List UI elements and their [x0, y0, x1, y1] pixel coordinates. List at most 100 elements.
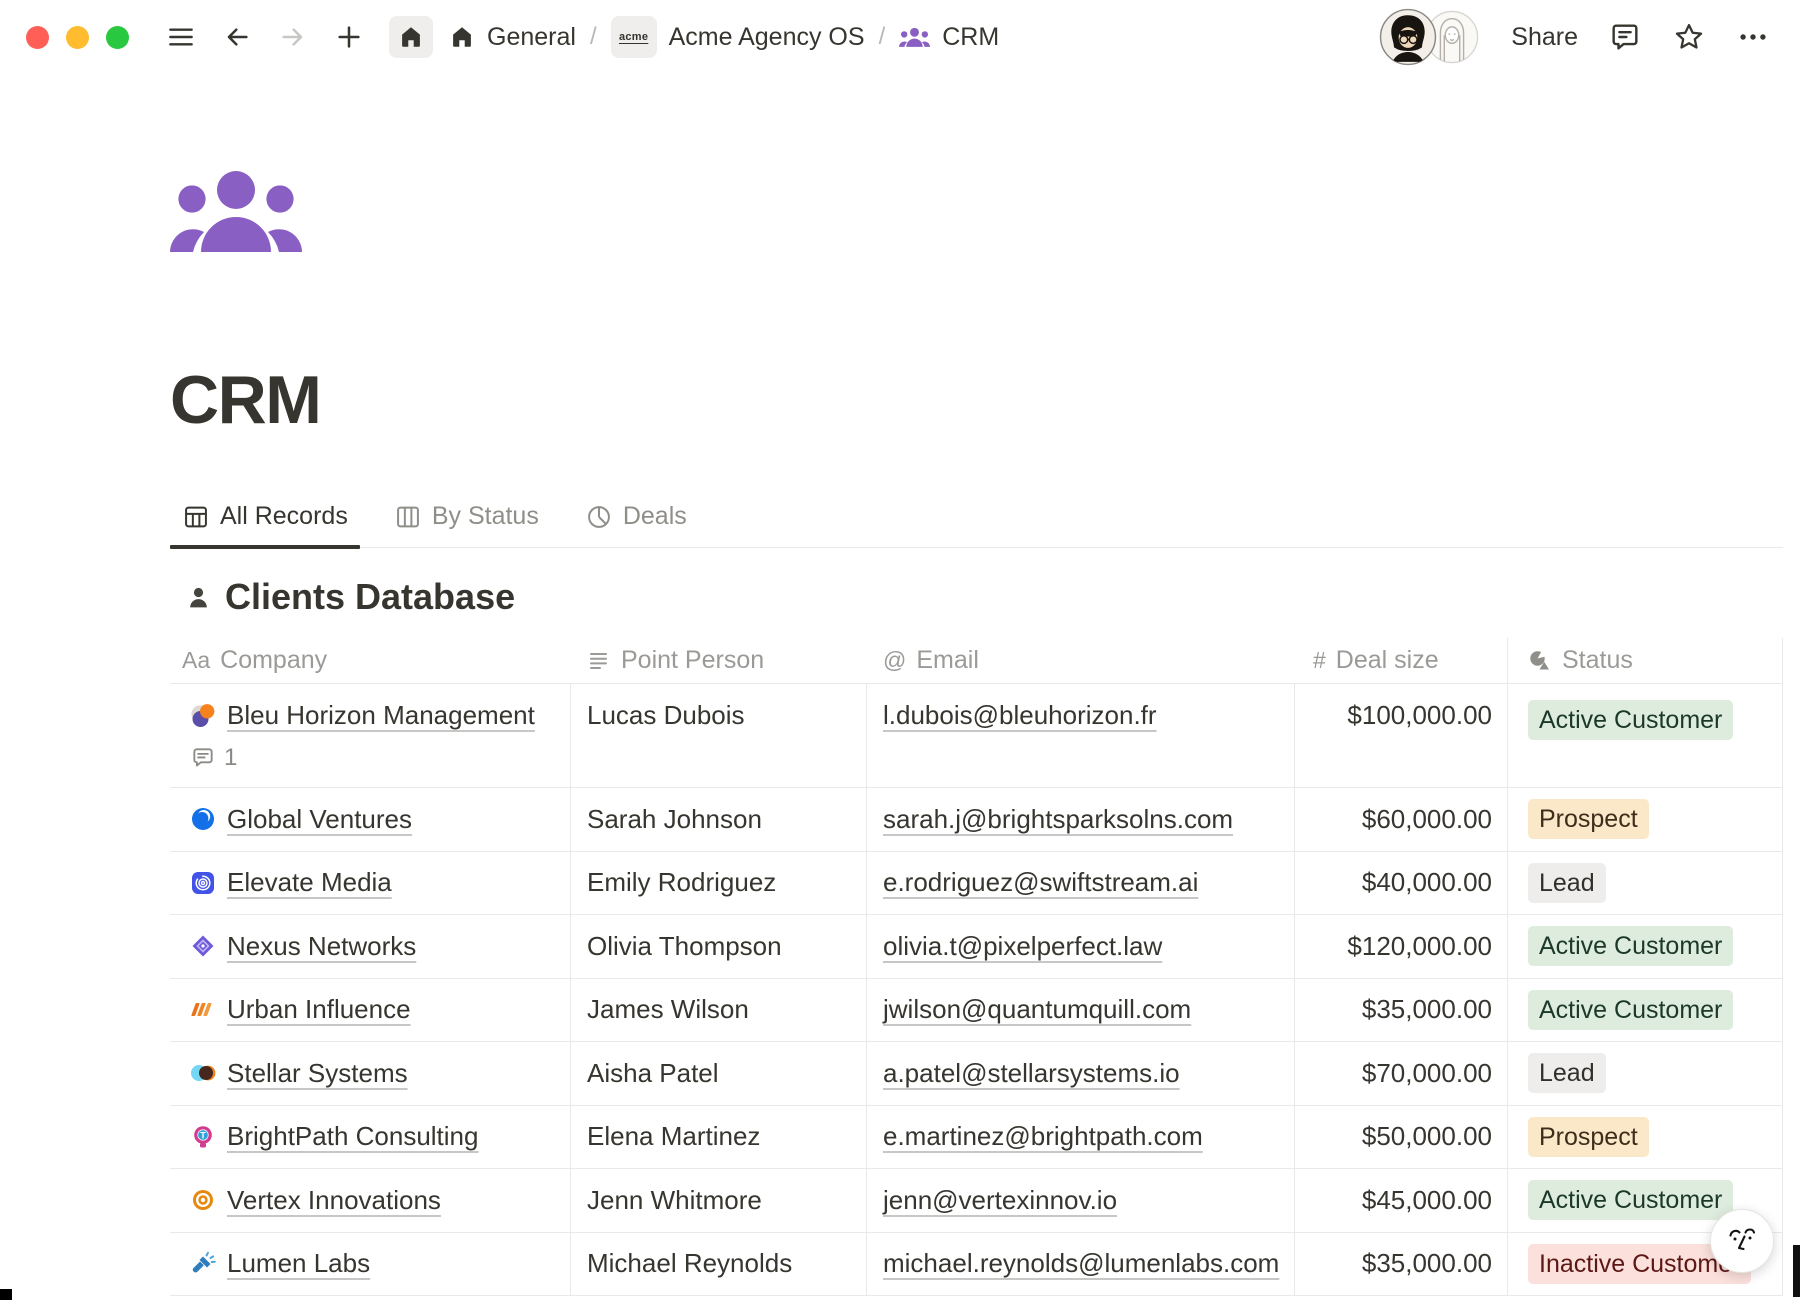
breadcrumb-item-general[interactable]: General — [449, 23, 576, 52]
company-page-link[interactable]: Urban Influence — [227, 994, 411, 1025]
company-cell[interactable]: TBrightPath Consulting — [170, 1106, 571, 1169]
company-page-link[interactable]: Elevate Media — [227, 867, 392, 898]
email-link[interactable]: michael.reynolds@lumenlabs.com — [883, 1248, 1279, 1279]
status-cell[interactable]: Active Customer — [1507, 915, 1783, 978]
email-cell[interactable]: sarah.j@brightsparksolns.com — [867, 788, 1295, 851]
company-cell[interactable]: Bleu Horizon Management 1 — [170, 684, 571, 787]
page-icon-people-group[interactable] — [170, 168, 308, 252]
company-page-link[interactable]: Lumen Labs — [227, 1248, 370, 1279]
email-link[interactable]: e.rodriguez@swiftstream.ai — [883, 867, 1198, 898]
email-cell[interactable]: l.dubois@bleuhorizon.fr — [867, 684, 1295, 787]
avatar[interactable] — [1379, 8, 1437, 66]
company-page-link[interactable]: Vertex Innovations — [227, 1185, 441, 1216]
point-person-cell[interactable]: Elena Martinez — [571, 1106, 867, 1169]
more-options-icon[interactable] — [1736, 20, 1770, 54]
company-cell[interactable]: Urban Influence — [170, 979, 571, 1042]
email-cell[interactable]: jenn@vertexinnov.io — [867, 1169, 1295, 1232]
company-cell[interactable]: Lumen Labs — [170, 1233, 571, 1296]
email-cell[interactable]: e.rodriguez@swiftstream.ai — [867, 852, 1295, 915]
company-page-link[interactable]: Bleu Horizon Management — [227, 700, 535, 731]
breadcrumb-item-acme-agency-os[interactable]: acmeAcme Agency OS — [611, 16, 865, 58]
tab-all-records[interactable]: All Records — [170, 492, 360, 547]
point-person-cell[interactable]: Aisha Patel — [571, 1042, 867, 1105]
email-link[interactable]: e.martinez@brightpath.com — [883, 1121, 1203, 1152]
column-header-deal[interactable]: #Deal size — [1295, 638, 1507, 683]
status-cell[interactable]: Prospect — [1507, 1106, 1783, 1169]
deal-size-cell[interactable]: $70,000.00 — [1295, 1042, 1507, 1105]
column-header-status[interactable]: Status — [1507, 638, 1783, 683]
column-header-person[interactable]: Point Person — [571, 638, 867, 683]
deal-size-cell[interactable]: $35,000.00 — [1295, 1233, 1507, 1296]
column-header-email[interactable]: @Email — [867, 638, 1295, 683]
notion-ai-face-button[interactable] — [1710, 1209, 1774, 1273]
favorite-star-icon[interactable] — [1672, 20, 1706, 54]
email-cell[interactable]: e.martinez@brightpath.com — [867, 1106, 1295, 1169]
email-link[interactable]: l.dubois@bleuhorizon.fr — [883, 700, 1157, 731]
email-link[interactable]: a.patel@stellarsystems.io — [883, 1058, 1180, 1089]
point-person-cell[interactable]: Emily Rodriguez — [571, 852, 867, 915]
deal-size-value: $35,000.00 — [1362, 994, 1492, 1025]
company-page-link[interactable]: Nexus Networks — [227, 931, 416, 962]
email-link[interactable]: sarah.j@brightsparksolns.com — [883, 804, 1233, 835]
status-cell[interactable]: Prospect — [1507, 788, 1783, 851]
status-badge[interactable]: Lead — [1528, 863, 1606, 903]
deal-size-cell[interactable]: $45,000.00 — [1295, 1169, 1507, 1232]
home-icon[interactable] — [389, 16, 433, 58]
company-cell[interactable]: Vertex Innovations — [170, 1169, 571, 1232]
zoom-window-button[interactable] — [106, 26, 129, 49]
status-badge[interactable]: Active Customer — [1528, 990, 1733, 1030]
close-window-button[interactable] — [26, 26, 49, 49]
email-cell[interactable]: olivia.t@pixelperfect.law — [867, 915, 1295, 978]
status-cell[interactable]: Active Customer — [1507, 684, 1783, 787]
company-page-link[interactable]: BrightPath Consulting — [227, 1121, 478, 1152]
company-line: Global Ventures — [190, 804, 412, 835]
deal-size-cell[interactable]: $35,000.00 — [1295, 979, 1507, 1042]
deal-size-cell[interactable]: $40,000.00 — [1295, 852, 1507, 915]
tab-by-status[interactable]: By Status — [382, 492, 551, 547]
email-link[interactable]: olivia.t@pixelperfect.law — [883, 931, 1162, 962]
new-page-icon[interactable] — [333, 21, 365, 53]
comment-count[interactable]: 1 — [190, 744, 535, 772]
point-person-cell[interactable]: Lucas Dubois — [571, 684, 867, 787]
deal-size-cell[interactable]: $50,000.00 — [1295, 1106, 1507, 1169]
company-page-link[interactable]: Stellar Systems — [227, 1058, 408, 1089]
status-badge[interactable]: Active Customer — [1528, 700, 1733, 740]
collection-title[interactable]: Clients Database — [225, 576, 515, 618]
point-person-cell[interactable]: Olivia Thompson — [571, 915, 867, 978]
minimize-window-button[interactable] — [66, 26, 89, 49]
deal-size-cell[interactable]: $120,000.00 — [1295, 915, 1507, 978]
status-cell[interactable]: Lead — [1507, 1042, 1783, 1105]
tab-deals[interactable]: Deals — [573, 492, 699, 547]
status-cell[interactable]: Lead — [1507, 852, 1783, 915]
status-badge[interactable]: Prospect — [1528, 799, 1649, 839]
deal-size-cell[interactable]: $60,000.00 — [1295, 788, 1507, 851]
company-cell[interactable]: Stellar Systems — [170, 1042, 571, 1105]
status-badge[interactable]: Active Customer — [1528, 926, 1733, 966]
company-cell[interactable]: Elevate Media — [170, 852, 571, 915]
company-cell[interactable]: Nexus Networks — [170, 915, 571, 978]
column-header-company[interactable]: AaCompany — [170, 638, 571, 683]
forward-icon[interactable] — [277, 21, 309, 53]
email-link[interactable]: jenn@vertexinnov.io — [883, 1185, 1117, 1216]
email-link[interactable]: jwilson@quantumquill.com — [883, 994, 1191, 1025]
deal-size-cell[interactable]: $100,000.00 — [1295, 684, 1507, 787]
point-person-cell[interactable]: James Wilson — [571, 979, 867, 1042]
status-badge[interactable]: Lead — [1528, 1053, 1606, 1093]
point-person-cell[interactable]: Jenn Whitmore — [571, 1169, 867, 1232]
share-button[interactable]: Share — [1511, 23, 1578, 52]
status-badge[interactable]: Active Customer — [1528, 1180, 1733, 1220]
page-title[interactable]: CRM — [170, 364, 1800, 436]
company-page-link[interactable]: Global Ventures — [227, 804, 412, 835]
email-cell[interactable]: jwilson@quantumquill.com — [867, 979, 1295, 1042]
email-cell[interactable]: michael.reynolds@lumenlabs.com — [867, 1233, 1295, 1296]
company-cell[interactable]: Global Ventures — [170, 788, 571, 851]
point-person-cell[interactable]: Sarah Johnson — [571, 788, 867, 851]
sidebar-toggle-icon[interactable] — [165, 21, 197, 53]
point-person-cell[interactable]: Michael Reynolds — [571, 1233, 867, 1296]
back-icon[interactable] — [221, 21, 253, 53]
status-badge[interactable]: Prospect — [1528, 1117, 1649, 1157]
comments-icon[interactable] — [1608, 20, 1642, 54]
email-cell[interactable]: a.patel@stellarsystems.io — [867, 1042, 1295, 1105]
breadcrumb-item-crm[interactable]: CRM — [899, 23, 999, 52]
status-cell[interactable]: Active Customer — [1507, 979, 1783, 1042]
